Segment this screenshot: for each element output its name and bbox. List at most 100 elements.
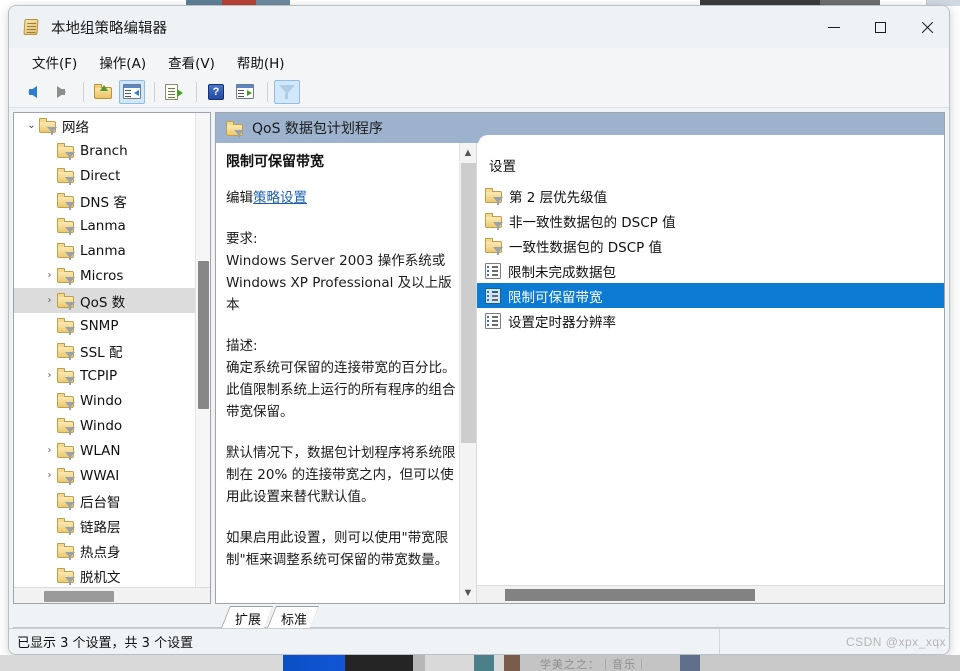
folder-policy-icon bbox=[57, 368, 75, 385]
folder-policy-icon bbox=[57, 468, 75, 485]
settings-row-label: 一致性数据包的 DSCP 值 bbox=[509, 239, 663, 256]
tab-standard[interactable]: 标准 bbox=[267, 606, 319, 628]
settings-column-header: 设置 bbox=[489, 159, 516, 175]
forward-button[interactable] bbox=[48, 80, 74, 104]
tree-item-16[interactable]: 链路层 bbox=[14, 513, 210, 538]
taskbar-segment bbox=[474, 655, 494, 671]
tree-item-18[interactable]: 脱机文 bbox=[14, 563, 210, 587]
up-level-button[interactable] bbox=[90, 80, 116, 104]
tree-item-17[interactable]: 热点身 bbox=[14, 538, 210, 563]
requirement-block: 要求: Windows Server 2003 操作系统或 Windows XP… bbox=[226, 228, 458, 316]
tree-item-0[interactable]: ⌄ 网络 bbox=[14, 113, 210, 138]
menu-view[interactable]: 查看(V) bbox=[159, 49, 224, 75]
toolbar: ? bbox=[9, 76, 949, 108]
tree-item-10[interactable]: › TCPIP bbox=[14, 363, 210, 388]
header-curve-decoration bbox=[478, 135, 944, 143]
desktop-background: 十 复 ]用 本地组策略编辑器 bbox=[0, 0, 960, 671]
tree-item-label: WWAI bbox=[80, 467, 120, 484]
edit-policy-line: 编辑策略设置 bbox=[226, 187, 458, 209]
tree-item-7[interactable]: › QoS 数 bbox=[14, 288, 210, 313]
settings-row-1[interactable]: 非一致性数据包的 DSCP 值 bbox=[477, 208, 944, 233]
minimize-icon bbox=[828, 26, 840, 28]
maximize-button[interactable] bbox=[857, 6, 903, 48]
chevron-right-icon[interactable]: › bbox=[42, 445, 57, 456]
tab-extended-label: 扩展 bbox=[235, 612, 262, 628]
settings-row-4[interactable]: 限制可保留带宽 bbox=[477, 283, 944, 308]
help-button[interactable]: ? bbox=[203, 80, 229, 104]
minimize-button[interactable] bbox=[811, 6, 857, 48]
tree-item-1[interactable]: Branch bbox=[14, 138, 210, 163]
menu-action[interactable]: 操作(A) bbox=[90, 49, 155, 75]
chevron-right-icon[interactable]: › bbox=[42, 470, 57, 481]
policy-setting-icon bbox=[485, 312, 501, 329]
tree-item-11[interactable]: Windo bbox=[14, 388, 210, 413]
settings-row-label: 第 2 层优先级值 bbox=[509, 189, 608, 206]
policy-title: 限制可保留带宽 bbox=[226, 154, 324, 170]
tree-item-9[interactable]: SSL 配 bbox=[14, 338, 210, 363]
taskbar-segment bbox=[413, 655, 425, 671]
tree-vertical-scrollbar[interactable] bbox=[195, 113, 210, 587]
tree-root: ⌄ 网络 Branch Direct DNS 客 Lanma Lanma › Micros › Qo… bbox=[14, 113, 210, 587]
show-action-pane-button[interactable] bbox=[232, 80, 258, 104]
menu-bar: 文件(F) 操作(A) 查看(V) 帮助(H) bbox=[9, 48, 949, 76]
view-tabs: 扩展 标准 bbox=[9, 604, 949, 628]
tree-horizontal-scroll-thumb[interactable] bbox=[44, 591, 114, 602]
settings-horizontal-scrollbar[interactable] bbox=[477, 585, 944, 603]
toolbar-separator bbox=[83, 81, 84, 102]
chevron-right-icon[interactable]: › bbox=[42, 370, 57, 381]
settings-list-pane: 设置 第 2 层优先级值非一致性数据包的 DSCP 值一致性数据包的 DSCP … bbox=[476, 143, 944, 603]
back-button[interactable] bbox=[19, 80, 45, 104]
folder-policy-icon bbox=[57, 443, 75, 460]
folder-policy-icon bbox=[226, 120, 244, 138]
taskbar-text: 学美之之：｜音乐｜ bbox=[540, 659, 648, 671]
description-vertical-scrollbar[interactable]: ▲ ▼ bbox=[459, 143, 476, 603]
settings-row-3[interactable]: 限制未完成数据包 bbox=[477, 258, 944, 283]
tree-item-15[interactable]: 后台智 bbox=[14, 488, 210, 513]
tree-horizontal-scrollbar[interactable] bbox=[14, 587, 210, 603]
taskbar-segment bbox=[345, 655, 413, 671]
folder-policy-icon bbox=[57, 493, 75, 510]
tree-scroll-area: ⌄ 网络 Branch Direct DNS 客 Lanma Lanma › Micros › Qo… bbox=[14, 113, 210, 587]
requirement-label: 要求: bbox=[226, 231, 258, 247]
tab-standard-label: 标准 bbox=[281, 612, 308, 628]
status-text: 已显示 3 个设置，共 3 个设置 bbox=[17, 636, 194, 651]
maximize-icon bbox=[874, 21, 886, 33]
tree-item-3[interactable]: DNS 客 bbox=[14, 188, 210, 213]
chevron-right-icon[interactable]: › bbox=[42, 295, 57, 306]
description-scroll-thumb[interactable] bbox=[460, 163, 476, 443]
folder-policy-icon bbox=[57, 193, 75, 210]
scroll-down-icon[interactable]: ▼ bbox=[459, 583, 476, 603]
settings-row-2[interactable]: 一致性数据包的 DSCP 值 bbox=[477, 233, 944, 258]
chevron-down-icon[interactable]: ⌄ bbox=[24, 120, 39, 131]
settings-row-label: 限制可保留带宽 bbox=[508, 289, 603, 306]
tree-item-5[interactable]: Lanma bbox=[14, 238, 210, 263]
folder-policy-icon bbox=[57, 243, 75, 260]
close-button[interactable] bbox=[903, 6, 949, 48]
chevron-right-icon[interactable]: › bbox=[42, 270, 57, 281]
taskbar-segment bbox=[504, 655, 520, 671]
tree-item-12[interactable]: Windo bbox=[14, 413, 210, 438]
toolbar-separator bbox=[196, 81, 197, 102]
tree-item-13[interactable]: › WLAN bbox=[14, 438, 210, 463]
tree-vertical-scroll-thumb[interactable] bbox=[198, 261, 209, 409]
scroll-up-icon[interactable]: ▲ bbox=[459, 143, 476, 163]
tree-item-label: Micros bbox=[80, 267, 124, 284]
tab-extended[interactable]: 扩展 bbox=[221, 606, 273, 628]
show-tree-pane-button[interactable] bbox=[119, 79, 145, 104]
tree-item-4[interactable]: Lanma bbox=[14, 213, 210, 238]
tree-item-6[interactable]: › Micros bbox=[14, 263, 210, 288]
content-pane: QoS 数据包计划程序 限制可保留带宽 编辑策略设置 要求: Windows S… bbox=[215, 112, 945, 604]
menu-file[interactable]: 文件(F) bbox=[23, 49, 86, 75]
tree-item-8[interactable]: SNMP bbox=[14, 313, 210, 338]
tree-item-14[interactable]: › WWAI bbox=[14, 463, 210, 488]
description-scroll-track[interactable] bbox=[460, 163, 477, 583]
show-tree-pane-icon bbox=[123, 84, 141, 99]
filter-button[interactable] bbox=[274, 79, 300, 104]
policy-setting-link[interactable]: 策略设置 bbox=[253, 190, 307, 206]
menu-help[interactable]: 帮助(H) bbox=[228, 49, 294, 75]
settings-horizontal-scroll-thumb[interactable] bbox=[505, 589, 755, 601]
settings-row-0[interactable]: 第 2 层优先级值 bbox=[477, 183, 944, 208]
export-list-button[interactable] bbox=[161, 80, 187, 104]
settings-row-5[interactable]: 设置定时器分辨率 bbox=[477, 308, 944, 333]
tree-item-2[interactable]: Direct bbox=[14, 163, 210, 188]
